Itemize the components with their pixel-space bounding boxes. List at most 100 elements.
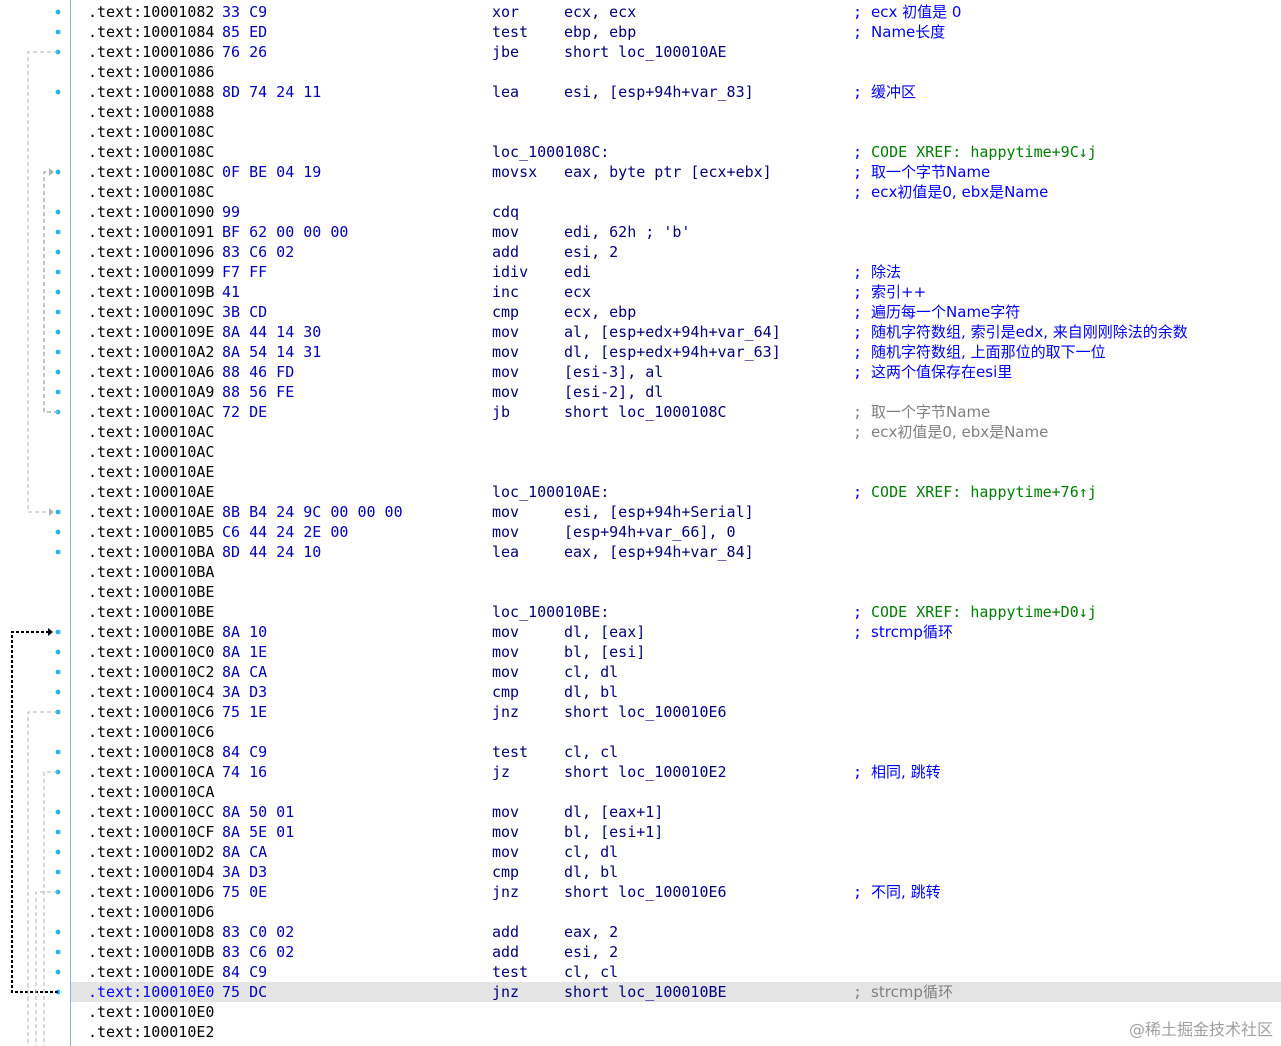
listing-line[interactable]: .text:1000108C; ecx初值是0, ebx是Name <box>71 182 1281 202</box>
listing-line[interactable]: .text:1000109E 8A 44 14 30 mov al, [esp+edx… <box>71 322 1281 342</box>
line-address[interactable]: .text:100010E2 <box>88 1022 214 1042</box>
listing-line[interactable]: .text:100010C8 84 C9 test cl, cl <box>71 742 1281 762</box>
instruction-operands[interactable]: dl, [eax] <box>564 622 645 642</box>
listing-line[interactable]: .text:100010AE <box>71 462 1281 482</box>
instruction-mnemonic[interactable]: mov <box>492 802 519 822</box>
line-comment[interactable]: ; ecx初值是0, ebx是Name <box>853 422 1048 442</box>
instruction-mnemonic[interactable]: cmp <box>492 682 519 702</box>
line-address[interactable]: .text:1000108C <box>88 122 214 142</box>
line-comment[interactable]: ; 除法 <box>853 262 901 282</box>
listing-line[interactable]: .text:100010DE 84 C9 test cl, cl <box>71 962 1281 982</box>
line-comment[interactable]: ; strcmp循环 <box>853 982 953 1002</box>
instruction-mnemonic[interactable]: mov <box>492 822 519 842</box>
listing-line[interactable]: .text:100010BE 8A 10 mov dl, [eax]; strcmp循环 <box>71 622 1281 642</box>
line-address[interactable]: .text:1000108C <box>88 142 214 162</box>
listing-line[interactable]: .text:100010AE loc_100010AE:; CODE XREF: h… <box>71 482 1281 502</box>
listing-line[interactable]: .text:100010DB 83 C6 02 add esi, 2 <box>71 942 1281 962</box>
line-comment[interactable]: ; 索引++ <box>853 282 926 302</box>
instruction-operands[interactable]: short loc_100010BE <box>564 982 727 1002</box>
disassembly-listing[interactable]: .text:10001082 33 C9 xor ecx, ecx; ecx 初值是 0… <box>71 0 1281 1046</box>
line-comment[interactable]: ; ecx 初值是 0 <box>853 2 961 22</box>
instruction-mnemonic[interactable]: jnz <box>492 982 519 1002</box>
instruction-mnemonic[interactable]: test <box>492 962 528 982</box>
line-address[interactable]: .text:100010AC <box>88 422 214 442</box>
listing-line[interactable]: .text:100010D4 3A D3 cmp dl, bl <box>71 862 1281 882</box>
line-comment[interactable]: ; 缓冲区 <box>853 82 916 102</box>
line-address[interactable]: .text:100010CF <box>88 822 214 842</box>
line-comment[interactable]: ; 不同, 跳转 <box>853 882 941 902</box>
listing-line[interactable]: .text:1000108C 0F BE 04 19 movsx eax, byte … <box>71 162 1281 182</box>
line-address[interactable]: .text:10001086 <box>88 62 214 82</box>
instruction-mnemonic[interactable]: mov <box>492 522 519 542</box>
listing-line[interactable]: .text:10001084 85 ED test ebp, ebp; Name长度 <box>71 22 1281 42</box>
line-address[interactable]: .text:10001088 <box>88 102 214 122</box>
instruction-mnemonic[interactable]: jb <box>492 402 510 422</box>
instruction-operands[interactable]: eax, byte ptr [ecx+ebx] <box>564 162 772 182</box>
line-address[interactable]: .text:100010C2 <box>88 662 214 682</box>
listing-line[interactable]: .text:100010B5 C6 44 24 2E 00 mov [esp+94h+… <box>71 522 1281 542</box>
instruction-mnemonic[interactable]: mov <box>492 342 519 362</box>
line-comment[interactable]: ; 取一个字节Name <box>853 162 990 182</box>
listing-line[interactable]: .text:100010E0 75 DC jnz short loc_100010BE… <box>71 982 1281 1002</box>
listing-line[interactable]: .text:100010CF 8A 5E 01 mov bl, [esi+1] <box>71 822 1281 842</box>
listing-line[interactable]: .text:100010E2 <box>71 1022 1281 1042</box>
listing-line[interactable]: .text:10001088 <box>71 102 1281 122</box>
instruction-operands[interactable]: bl, [esi+1] <box>564 822 663 842</box>
line-comment[interactable]: ; 取一个字节Name <box>853 402 990 422</box>
instruction-mnemonic[interactable]: add <box>492 922 519 942</box>
instruction-operands[interactable]: [esi-3], al <box>564 362 663 382</box>
instruction-operands[interactable]: al, [esp+edx+94h+var_64] <box>564 322 781 342</box>
instruction-operands[interactable]: ecx <box>564 282 591 302</box>
line-address[interactable]: .text:100010C6 <box>88 722 214 742</box>
instruction-operands[interactable]: esi, 2 <box>564 242 618 262</box>
instruction-mnemonic[interactable]: jbe <box>492 42 519 62</box>
instruction-mnemonic[interactable]: idiv <box>492 262 528 282</box>
line-address[interactable]: .text:10001090 <box>88 202 214 222</box>
instruction-operands[interactable]: esi, 2 <box>564 942 618 962</box>
instruction-mnemonic[interactable]: mov <box>492 662 519 682</box>
listing-line[interactable]: .text:10001082 33 C9 xor ecx, ecx; ecx 初值是 0 <box>71 2 1281 22</box>
line-comment[interactable]: ; strcmp循环 <box>853 622 953 642</box>
line-comment[interactable]: ; 这两个值保存在esi里 <box>853 362 1012 382</box>
line-comment[interactable]: ; 遍历每一个Name字符 <box>853 302 1020 322</box>
instruction-operands[interactable]: short loc_1000108C <box>564 402 727 422</box>
line-address[interactable]: .text:100010BE <box>88 602 214 622</box>
line-address[interactable]: .text:1000108C <box>88 162 214 182</box>
instruction-mnemonic[interactable]: mov <box>492 622 519 642</box>
instruction-mnemonic[interactable]: mov <box>492 382 519 402</box>
line-address[interactable]: .text:100010D8 <box>88 922 214 942</box>
listing-line[interactable]: .text:100010D6 <box>71 902 1281 922</box>
listing-line[interactable]: .text:100010AE 8B B4 24 9C 00 00 00 mov esi… <box>71 502 1281 522</box>
instruction-mnemonic[interactable]: mov <box>492 502 519 522</box>
listing-line[interactable]: .text:100010C6 <box>71 722 1281 742</box>
line-address[interactable]: .text:100010AE <box>88 482 214 502</box>
code-label[interactable]: loc_100010AE: <box>492 482 609 502</box>
line-address[interactable]: .text:10001088 <box>88 82 214 102</box>
line-address[interactable]: .text:1000109C <box>88 302 214 322</box>
instruction-mnemonic[interactable]: add <box>492 242 519 262</box>
line-address[interactable]: .text:100010E0 <box>88 1002 214 1022</box>
instruction-mnemonic[interactable]: movsx <box>492 162 537 182</box>
listing-line[interactable]: .text:10001088 8D 74 24 11 lea esi, [esp+94… <box>71 82 1281 102</box>
listing-line[interactable]: .text:100010C6 75 1E jnz short loc_100010E6 <box>71 702 1281 722</box>
listing-line[interactable]: .text:100010AC <box>71 442 1281 462</box>
instruction-operands[interactable]: dl, [eax+1] <box>564 802 663 822</box>
line-address[interactable]: .text:100010BE <box>88 582 214 602</box>
code-label[interactable]: loc_100010BE: <box>492 602 609 622</box>
line-address[interactable]: .text:100010BE <box>88 622 214 642</box>
instruction-operands[interactable]: edi, 62h ; 'b' <box>564 222 690 242</box>
line-address[interactable]: .text:10001099 <box>88 262 214 282</box>
instruction-mnemonic[interactable]: jnz <box>492 882 519 902</box>
instruction-operands[interactable]: bl, [esi] <box>564 642 645 662</box>
line-address[interactable]: .text:10001082 <box>88 2 214 22</box>
line-address[interactable]: .text:100010C4 <box>88 682 214 702</box>
instruction-mnemonic[interactable]: mov <box>492 362 519 382</box>
instruction-mnemonic[interactable]: lea <box>492 542 519 562</box>
listing-line[interactable]: .text:100010C4 3A D3 cmp dl, bl <box>71 682 1281 702</box>
instruction-operands[interactable]: short loc_100010E6 <box>564 882 727 902</box>
instruction-operands[interactable]: cl, cl <box>564 962 618 982</box>
line-address[interactable]: .text:1000108C <box>88 182 214 202</box>
listing-line[interactable]: .text:100010BE loc_100010BE:; CODE XREF: h… <box>71 602 1281 622</box>
instruction-mnemonic[interactable]: inc <box>492 282 519 302</box>
line-address[interactable]: .text:100010D6 <box>88 882 214 902</box>
